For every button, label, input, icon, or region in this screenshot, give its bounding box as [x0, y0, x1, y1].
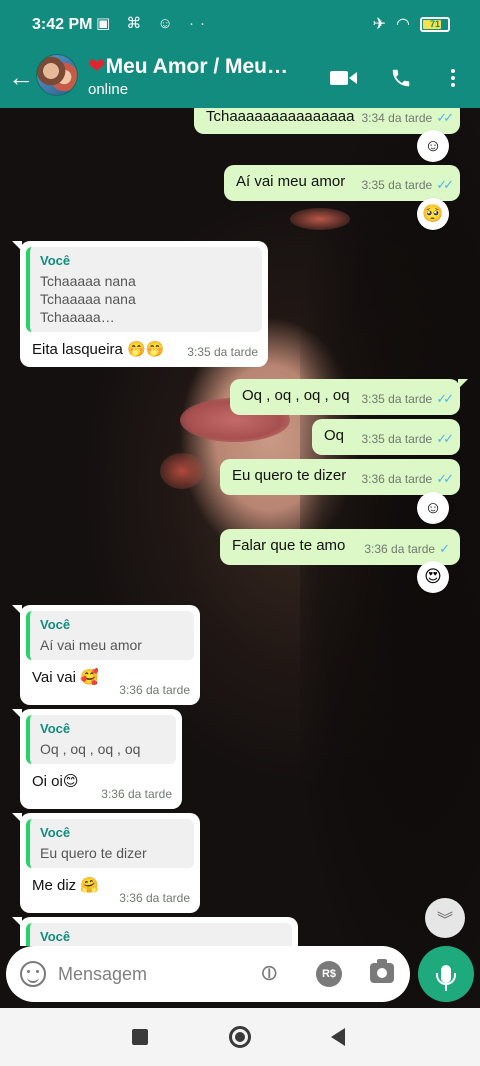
quoted-message[interactable]: Você Tchaaaaa nana Tchaaaaa nana Tchaaaa… — [26, 247, 262, 332]
message-time: 3:35 da tarde — [361, 432, 433, 446]
message-time: 3:36 da tarde — [361, 472, 433, 486]
scroll-to-bottom-button[interactable]: ︾ — [425, 898, 465, 938]
phone-call-icon[interactable] — [387, 64, 415, 92]
message-reaction[interactable]: ☺ — [417, 130, 449, 162]
message-bubble-outgoing[interactable]: Eu quero te dizer 3:36 da tarde ✓✓ — [220, 459, 460, 495]
message-bubble-outgoing[interactable]: Falar que te amo 3:36 da tarde ✓ — [220, 529, 460, 565]
message-composer: ⊘ R$ — [6, 946, 410, 1002]
message-meta: 3:35 da tarde ✓✓ — [361, 431, 454, 447]
message-bubble-outgoing[interactable]: Aí vai meu amor 3:35 da tarde ✓✓ — [224, 165, 460, 201]
message-text: Vai vai 🥰 — [32, 669, 99, 686]
message-list[interactable]: Tchaaaaaaaaaaaaaaa 3:34 da tarde ✓✓ ☺ Aí … — [0, 108, 480, 946]
message-text: Oq , oq , oq , oq — [242, 387, 350, 404]
quoted-message[interactable]: Você Oq , oq , oq , oq — [26, 715, 176, 764]
message-input[interactable] — [58, 960, 248, 988]
message-meta: 3:34 da tarde ✓✓ — [361, 110, 454, 126]
camera-icon[interactable] — [370, 959, 394, 983]
message-meta: 3:36 da tarde — [119, 683, 190, 697]
read-ticks-icon: ✓✓ — [436, 110, 454, 125]
read-ticks-icon: ✓✓ — [436, 471, 454, 486]
quote-text: Tchaaaaa nana Tchaaaaa nana Tchaaaaa… — [40, 273, 136, 325]
quote-author: Você — [40, 825, 71, 840]
sent-tick-icon: ✓ — [439, 541, 450, 556]
quote-author: Você — [40, 929, 71, 944]
airplane-mode-icon: ✈ — [372, 16, 387, 33]
emoji-icon[interactable] — [20, 961, 46, 987]
quote-text: Aí vai meu amor — [40, 637, 142, 653]
voice-message-button[interactable] — [418, 946, 474, 1002]
message-text: Me diz 🤗 — [32, 877, 100, 894]
message-text: Eita lasqueira 🤭🤭 — [32, 341, 165, 358]
message-meta: 3:35 da tarde ✓✓ — [361, 177, 454, 193]
quote-author: Você — [40, 721, 71, 736]
battery-level: 71 — [429, 18, 440, 29]
attach-paperclip-icon[interactable]: ⊘ — [254, 957, 285, 988]
quoted-message[interactable]: Você Aí vai meu amor — [26, 611, 194, 660]
message-bubble-incoming[interactable]: Você Aí vai meu amor Vai vai 🥰 3:36 da t… — [12, 605, 200, 705]
message-meta: 3:35 da tarde — [187, 345, 258, 359]
quote-author: Você — [40, 253, 71, 268]
message-text: Oq — [324, 427, 345, 444]
message-meta: 3:35 da tarde ✓✓ — [361, 391, 454, 407]
message-time: 3:36 da tarde — [101, 787, 172, 801]
contact-name[interactable]: ❤Meu Amor / Meu… — [88, 54, 313, 79]
system-navigation-bar — [0, 1008, 480, 1066]
message-bubble-incoming[interactable]: Você Tchaaaaa nana Tchaaaaa nana Tchaaaa… — [12, 241, 268, 367]
message-time: 3:35 da tarde — [361, 178, 433, 192]
quote-text: Oq , oq , oq , oq — [40, 741, 141, 757]
recent-apps-icon[interactable] — [132, 1029, 148, 1045]
message-bubble-incoming[interactable]: Você — [12, 917, 298, 946]
status-bar: 3:42 PM ▣ ⌘ ☺ ·· ✈ ◠ 71 — [0, 0, 480, 52]
battery-icon: 71 — [420, 16, 450, 32]
chat-header: ← ❤Meu Amor / Meu… online — [0, 52, 480, 108]
message-bubble-outgoing[interactable]: Oq , oq , oq , oq 3:35 da tarde ✓✓ — [230, 379, 468, 415]
notification-icons: ▣ ⌘ ☺ ·· — [96, 15, 211, 32]
message-bubble-incoming[interactable]: Você Oq , oq , oq , oq Oi oi😊 3:36 da ta… — [12, 709, 182, 809]
read-ticks-icon: ✓✓ — [436, 431, 454, 446]
message-reaction[interactable]: ☺ — [417, 492, 449, 524]
message-time: 3:36 da tarde — [119, 891, 190, 905]
read-ticks-icon: ✓✓ — [436, 391, 454, 406]
quoted-message[interactable]: Você — [26, 923, 292, 946]
system-icons: ✈ ◠ 71 — [373, 14, 450, 34]
message-bubble-outgoing[interactable]: Tchaaaaaaaaaaaaaaa 3:34 da tarde ✓✓ — [194, 108, 460, 134]
message-time: 3:36 da tarde — [119, 683, 190, 697]
message-text: Eu quero te dizer — [232, 467, 347, 484]
message-time: 3:34 da tarde — [361, 111, 433, 125]
message-text: Oi oi😊 — [32, 773, 79, 790]
message-meta: 3:36 da tarde ✓✓ — [361, 471, 454, 487]
message-time: 3:35 da tarde — [361, 392, 433, 406]
home-icon[interactable] — [229, 1026, 251, 1048]
quote-text: Eu quero te dizer — [40, 845, 147, 861]
more-options-icon[interactable] — [439, 64, 467, 92]
message-reaction[interactable]: 🥺 — [417, 198, 449, 230]
quoted-message[interactable]: Você Eu quero te dizer — [26, 819, 194, 868]
message-text: Tchaaaaaaaaaaaaaaa — [206, 108, 355, 125]
back-arrow-icon[interactable]: ← — [8, 64, 34, 90]
quote-author: Você — [40, 617, 71, 632]
message-reaction[interactable]: 😍 — [417, 561, 449, 593]
message-time: 3:36 da tarde — [364, 542, 436, 556]
message-meta: 3:36 da tarde — [101, 787, 172, 801]
avatar[interactable] — [36, 54, 78, 96]
contact-name-text: Meu Amor / Meu… — [105, 55, 289, 78]
message-bubble-outgoing[interactable]: Oq 3:35 da tarde ✓✓ — [312, 419, 460, 455]
contact-status: online — [88, 81, 129, 98]
read-ticks-icon: ✓✓ — [436, 177, 454, 192]
message-bubble-incoming[interactable]: Você Eu quero te dizer Me diz 🤗 3:36 da … — [12, 813, 200, 913]
payment-icon[interactable]: R$ — [316, 961, 342, 987]
message-meta: 3:36 da tarde ✓ — [364, 541, 450, 557]
status-time: 3:42 PM — [32, 16, 93, 33]
wifi-icon: ◠ — [396, 16, 410, 33]
message-time: 3:35 da tarde — [187, 345, 258, 359]
heart-icon: ❤ — [88, 55, 106, 78]
message-text: Aí vai meu amor — [236, 173, 346, 190]
message-meta: 3:36 da tarde — [119, 891, 190, 905]
video-call-icon[interactable] — [329, 64, 357, 92]
message-text: Falar que te amo — [232, 537, 346, 554]
back-triangle-icon[interactable] — [331, 1028, 345, 1046]
microphone-icon — [436, 965, 456, 991]
